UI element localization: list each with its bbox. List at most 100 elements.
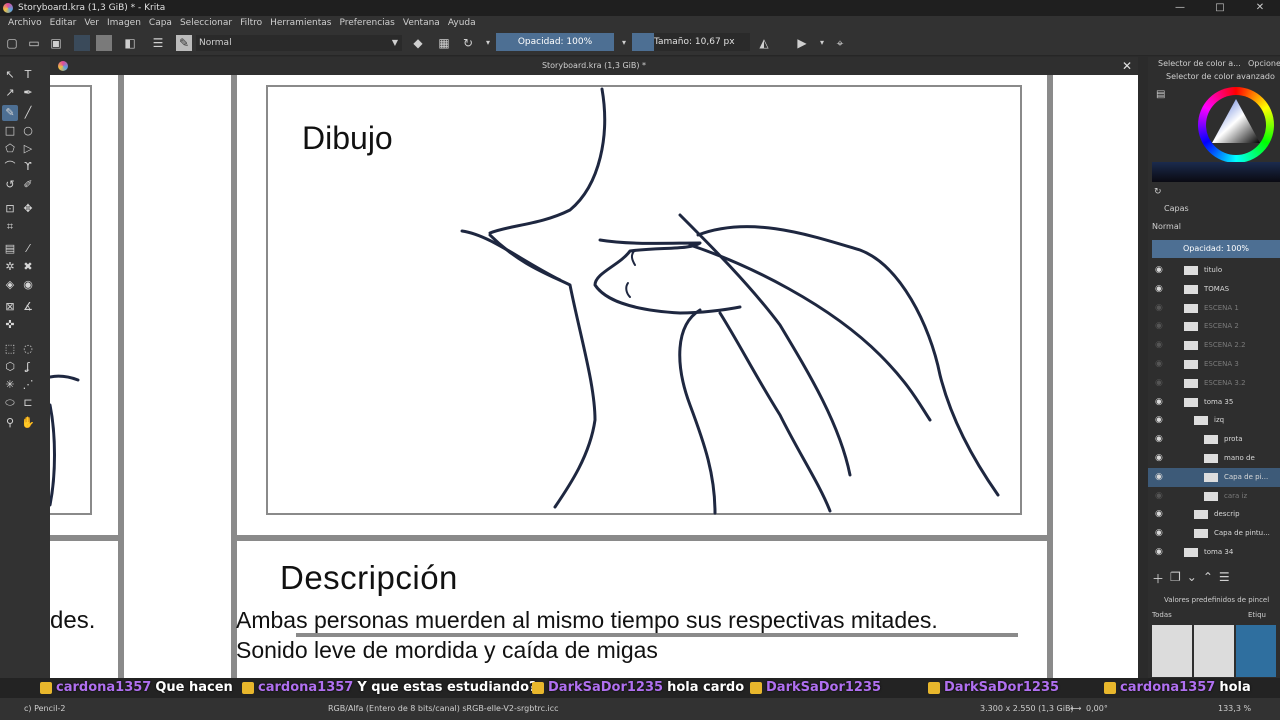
save-icon[interactable]: ▣ <box>48 35 64 51</box>
bezier-selection-icon[interactable]: ⬭ <box>2 395 18 411</box>
gradient-tool-icon[interactable]: ▤ <box>2 241 18 257</box>
measure-tool-icon[interactable]: ∡ <box>20 299 36 315</box>
freehand-brush-tool-icon[interactable]: ✎ <box>2 105 18 121</box>
brush-preset-thumbnail[interactable] <box>1194 625 1234 677</box>
mirror-vertical-icon[interactable]: ▶ <box>794 35 810 51</box>
rectangle-tool-icon[interactable]: □ <box>2 123 18 139</box>
brush-preset-thumbnail[interactable] <box>1152 625 1192 677</box>
move-up-icon[interactable]: ⌃ <box>1203 570 1213 588</box>
crop-tool-icon[interactable]: ⌗ <box>2 219 18 235</box>
minimize-button[interactable]: — <box>1160 0 1200 16</box>
new-document-icon[interactable]: ▢ <box>4 35 20 51</box>
calligraphy-tool-icon[interactable]: ✒ <box>20 85 36 101</box>
polygonal-selection-icon[interactable]: ⬡ <box>2 359 18 375</box>
gradient-swatch-icon[interactable] <box>74 35 90 51</box>
chevron-down-icon[interactable]: ▾ <box>814 35 830 51</box>
add-layer-icon[interactable]: ＋ <box>1152 570 1164 588</box>
menu-filtro[interactable]: Filtro <box>236 16 266 30</box>
layer-row[interactable]: ◉ TOMAS <box>1148 280 1280 299</box>
pan-tool-icon[interactable]: ✋ <box>20 415 36 431</box>
alpha-lock-icon[interactable]: ▦ <box>436 35 452 51</box>
visibility-eye-icon[interactable]: ◉ <box>1155 468 1163 487</box>
menu-ver[interactable]: Ver <box>80 16 103 30</box>
brush-presets-filter[interactable]: Todas Etiqu <box>1152 608 1280 622</box>
rectangular-selection-icon[interactable]: ⬚ <box>2 341 18 357</box>
move-tool-icon[interactable]: ✥ <box>20 201 36 217</box>
visibility-eye-icon[interactable]: ◉ <box>1155 449 1163 468</box>
chevron-down-icon[interactable]: ▾ <box>616 35 632 51</box>
magnetic-selection-icon[interactable]: ⊏ <box>20 395 36 411</box>
elliptical-selection-icon[interactable]: ◌ <box>20 341 36 357</box>
color-triangle[interactable] <box>1206 95 1266 155</box>
similar-selection-icon[interactable]: ⋰ <box>20 377 36 393</box>
zoom-tool-icon[interactable]: ⚲ <box>2 415 18 431</box>
document-tab[interactable]: Storyboard.kra (1,3 GiB) * ✕ <box>50 57 1138 75</box>
enclose-fill-tool-icon[interactable]: ◉ <box>20 277 36 293</box>
duplicate-layer-icon[interactable]: ❐ <box>1170 570 1181 588</box>
select-shapes-tool-icon[interactable]: ↖ <box>2 67 18 83</box>
visibility-eye-icon[interactable]: ◉ <box>1155 505 1163 524</box>
polygon-tool-icon[interactable]: ⬠ <box>2 141 18 157</box>
multibrush-tool-icon[interactable]: ✐ <box>20 177 36 193</box>
value-gradient-bar[interactable] <box>1152 162 1280 182</box>
menu-ventana[interactable]: Ventana <box>399 16 444 30</box>
smart-patch-tool-icon[interactable]: ✖ <box>20 259 36 275</box>
edit-shapes-tool-icon[interactable]: ↗ <box>2 85 18 101</box>
layer-row[interactable]: ◉ ESCENA 2 <box>1148 317 1280 336</box>
layer-row[interactable]: ◉ ESCENA 3.2 <box>1148 374 1280 393</box>
menu-editar[interactable]: Editar <box>46 16 81 30</box>
text-tool-icon[interactable]: T <box>20 67 36 83</box>
visibility-eye-icon[interactable]: ◉ <box>1155 336 1163 355</box>
close-document-icon[interactable]: ✕ <box>1122 57 1132 75</box>
eraser-icon[interactable]: ◆ <box>410 35 426 51</box>
color-settings-icon[interactable]: ▤ <box>1156 89 1165 100</box>
ellipse-tool-icon[interactable]: ○ <box>20 123 36 139</box>
color-wheel[interactable] <box>1198 87 1274 163</box>
brush-preset-icon[interactable]: ✎ <box>176 35 192 51</box>
visibility-eye-icon[interactable]: ◉ <box>1155 317 1163 336</box>
size-slider[interactable]: Tamaño: 10,67 px <box>632 33 750 51</box>
reference-image-tool-icon[interactable]: ✜ <box>2 317 18 333</box>
menu-capa[interactable]: Capa <box>145 16 176 30</box>
menu-preferencias[interactable]: Preferencias <box>335 16 398 30</box>
close-window-button[interactable]: ✕ <box>1240 0 1280 16</box>
layer-row[interactable]: ◉ toma 35 <box>1148 393 1280 412</box>
maximize-button[interactable]: □ <box>1200 0 1240 16</box>
layer-row[interactable]: ◉ Capa de pintu... <box>1148 524 1280 543</box>
chevron-down-icon[interactable]: ▾ <box>480 35 496 51</box>
line-tool-icon[interactable]: ╱ <box>20 105 36 121</box>
tab-options[interactable]: Opcione <box>1248 57 1280 71</box>
layer-row[interactable]: ◉ Capa de pi... <box>1148 467 1280 487</box>
refresh-icon[interactable]: ↻ <box>1154 187 1162 197</box>
reload-preset-icon[interactable]: ↻ <box>460 35 476 51</box>
menu-imagen[interactable]: Imagen <box>103 16 145 30</box>
blend-mode-select[interactable]: Normal ▼ <box>196 35 402 51</box>
layer-row[interactable]: ◉ prota <box>1148 430 1280 449</box>
layer-row[interactable]: ◉ descrip <box>1148 505 1280 524</box>
layer-row[interactable]: ◉ titulo <box>1148 261 1280 280</box>
layer-row[interactable]: ◉ ESCENA 3 <box>1148 355 1280 374</box>
pattern-swatch-icon[interactable] <box>96 35 112 51</box>
visibility-eye-icon[interactable]: ◉ <box>1155 374 1163 393</box>
freehand-selection-icon[interactable]: ʆ <box>20 359 36 375</box>
colorize-mask-tool-icon[interactable]: ✲ <box>2 259 18 275</box>
layer-opacity-slider[interactable]: Opacidad: 100% <box>1152 240 1280 258</box>
layer-row[interactable]: ◉ ESCENA 1 <box>1148 299 1280 318</box>
visibility-eye-icon[interactable]: ◉ <box>1155 411 1163 430</box>
open-folder-icon[interactable]: ▭ <box>26 35 42 51</box>
visibility-eye-icon[interactable]: ◉ <box>1155 543 1163 562</box>
visibility-eye-icon[interactable]: ◉ <box>1155 355 1163 374</box>
assistant-tool-icon[interactable]: ⊠ <box>2 299 18 315</box>
layer-row[interactable]: ◉ ESCENA 2.2 <box>1148 336 1280 355</box>
polyline-tool-icon[interactable]: ▷ <box>20 141 36 157</box>
contiguous-selection-icon[interactable]: ✳ <box>2 377 18 393</box>
brush-settings-icon[interactable]: ☰ <box>150 35 166 51</box>
visibility-eye-icon[interactable]: ◉ <box>1155 393 1163 412</box>
opacity-slider[interactable]: Opacidad: 100% <box>496 33 614 51</box>
status-zoom[interactable]: 133,3 % <box>1218 698 1251 720</box>
menu-seleccionar[interactable]: Seleccionar <box>176 16 236 30</box>
layer-row[interactable]: ◉ cara iz <box>1148 487 1280 506</box>
move-down-icon[interactable]: ⌄ <box>1187 570 1197 588</box>
menu-ayuda[interactable]: Ayuda <box>444 16 480 30</box>
fg-bg-color-icon[interactable]: ◧ <box>122 35 138 51</box>
